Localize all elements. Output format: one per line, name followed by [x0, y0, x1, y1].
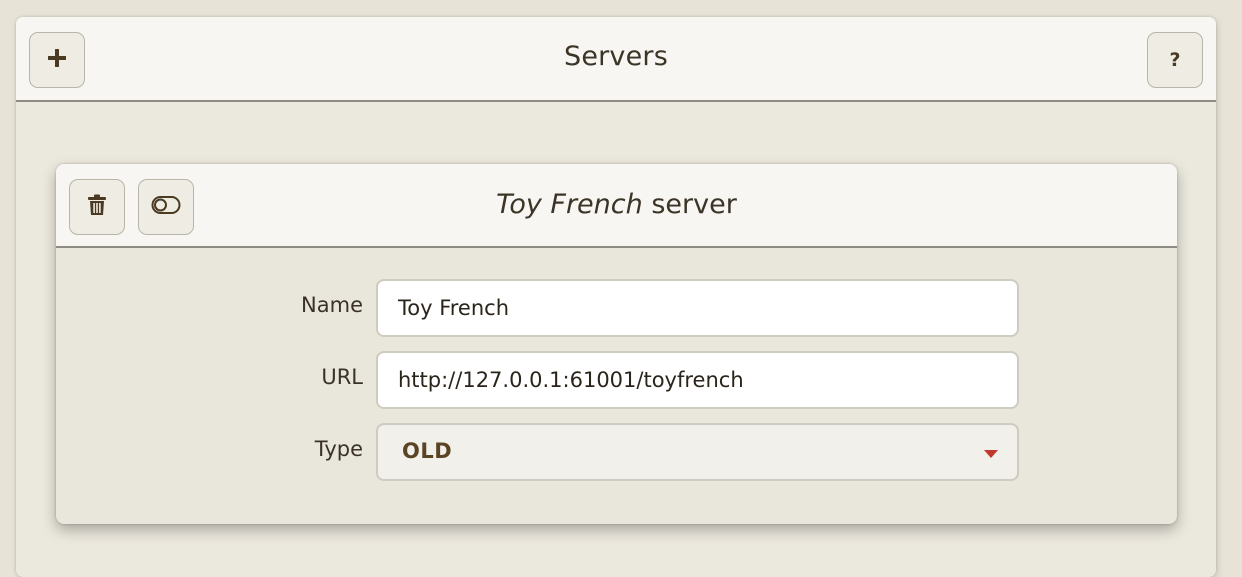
type-label: Type: [314, 437, 363, 461]
name-row: Name: [56, 279, 1177, 337]
server-name-title: Toy French: [496, 189, 643, 220]
page-header: Servers ?: [16, 17, 1216, 102]
type-row: Type OLD: [56, 423, 1177, 481]
url-label: URL: [321, 365, 363, 389]
url-row: URL: [56, 351, 1177, 409]
page-title: Servers: [563, 41, 668, 72]
type-selected-value: OLD: [402, 439, 453, 463]
url-input[interactable]: [376, 351, 1019, 409]
name-label: Name: [301, 293, 363, 317]
servers-panel: Servers ? Toy French server Name Toy Fre…: [16, 17, 1216, 577]
type-select[interactable]: OLD: [376, 423, 1019, 481]
server-card-header: Toy French server: [56, 164, 1177, 248]
server-title-suffix: server: [651, 189, 737, 220]
help-button[interactable]: ?: [1147, 32, 1203, 88]
chevron-down-icon: [984, 450, 998, 458]
server-card-title: Toy French server: [56, 189, 1177, 220]
server-card: Toy French server Name URL Type OLD: [56, 164, 1177, 524]
question-icon: ?: [1169, 49, 1181, 71]
name-input[interactable]: [376, 279, 1019, 337]
